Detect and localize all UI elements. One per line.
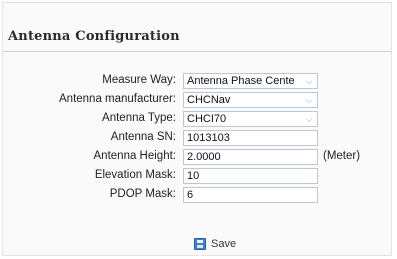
save-button[interactable]: Save: [194, 236, 236, 252]
antenna-height-row: Antenna Height: 2.0000 (Meter): [3, 149, 391, 167]
antenna-sn-row: Antenna SN: 1013103: [3, 130, 391, 148]
antenna-height-unit: (Meter): [323, 150, 361, 162]
pdop-mask-input[interactable]: 6: [183, 187, 318, 203]
measure-way-value: Antenna Phase Cente: [187, 75, 295, 87]
elevation-mask-row: Elevation Mask: 10: [3, 168, 391, 186]
antenna-height-label: Antenna Height:: [93, 150, 176, 162]
antenna-configuration-panel: Antenna Configuration Measure Way: Anten…: [2, 2, 392, 256]
chevron-down-icon[interactable]: ⌵: [303, 94, 315, 106]
antenna-manufacturer-value: CHCNav: [187, 94, 231, 106]
antenna-type-label: Antenna Type:: [102, 112, 176, 124]
measure-way-row: Measure Way: Antenna Phase Cente ⌵: [3, 73, 391, 91]
antenna-sn-label: Antenna SN:: [110, 131, 176, 143]
antenna-manufacturer-select[interactable]: CHCNav ⌵: [183, 92, 318, 108]
antenna-type-row: Antenna Type: CHCI70 ⌵: [3, 111, 391, 129]
save-label: Save: [211, 238, 237, 250]
antenna-sn-input[interactable]: 1013103: [183, 130, 318, 146]
chevron-down-icon[interactable]: ⌵: [303, 75, 315, 87]
elevation-mask-label: Elevation Mask:: [94, 169, 176, 181]
antenna-type-value: CHCI70: [187, 113, 227, 125]
measure-way-select[interactable]: Antenna Phase Cente ⌵: [183, 73, 318, 89]
measure-way-label: Measure Way:: [102, 74, 176, 86]
elevation-mask-input[interactable]: 10: [183, 168, 318, 184]
panel-title: Antenna Configuration: [8, 29, 180, 44]
title-divider: [3, 51, 391, 52]
floppy-disk-icon: [194, 238, 206, 250]
pdop-mask-label: PDOP Mask:: [109, 188, 176, 200]
antenna-height-input[interactable]: 2.0000: [183, 149, 318, 165]
antenna-manufacturer-label: Antenna manufacturer:: [59, 93, 176, 105]
antenna-manufacturer-row: Antenna manufacturer: CHCNav ⌵: [3, 92, 391, 110]
antenna-type-select[interactable]: CHCI70 ⌵: [183, 111, 318, 127]
chevron-down-icon[interactable]: ⌵: [303, 113, 315, 125]
pdop-mask-row: PDOP Mask: 6: [3, 187, 391, 205]
